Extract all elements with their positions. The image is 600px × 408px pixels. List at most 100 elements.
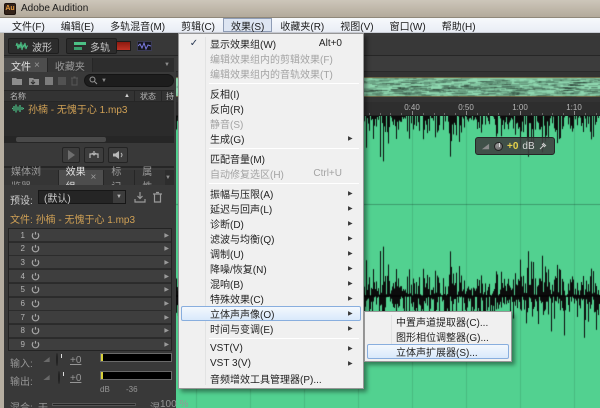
spectral-display-icon[interactable] bbox=[116, 41, 131, 51]
rack-slot-row[interactable]: 7 ▶ bbox=[9, 311, 171, 325]
import-folder-icon[interactable] bbox=[28, 76, 40, 86]
tab-properties[interactable]: 属性 bbox=[135, 167, 166, 193]
input-gain-value[interactable]: +0 bbox=[70, 355, 81, 366]
mix-slider[interactable] bbox=[52, 403, 136, 406]
tab-rack-close-icon[interactable]: × bbox=[91, 172, 97, 183]
menu-item[interactable]: 特殊效果(C) ▶ bbox=[181, 291, 361, 306]
menu-item[interactable]: 编辑效果组内的音轨效果(T) bbox=[181, 66, 361, 81]
files-hscrollbar-thumb[interactable] bbox=[16, 137, 106, 142]
menu-item[interactable]: ✓ 显示效果组(W) Alt+0 bbox=[181, 36, 361, 51]
waveform-view-button[interactable]: 波形 bbox=[8, 38, 59, 54]
tab-markers[interactable]: 标记 bbox=[104, 167, 136, 193]
column-name[interactable]: 名称 bbox=[4, 91, 26, 102]
delete-preset-icon[interactable] bbox=[152, 191, 163, 203]
rack-slot-arrow-icon[interactable]: ▶ bbox=[164, 341, 169, 348]
rack-slot-arrow-icon[interactable]: ▶ bbox=[164, 300, 169, 307]
rack-slot-arrow-icon[interactable]: ▶ bbox=[164, 232, 169, 239]
open-folder-icon[interactable] bbox=[11, 76, 23, 86]
menubar-item[interactable]: 视图(V) bbox=[332, 18, 381, 33]
volume-knob-icon[interactable] bbox=[494, 141, 503, 151]
title-bar[interactable]: Au Adobe Audition bbox=[0, 0, 600, 18]
loop-playback-button[interactable] bbox=[84, 147, 104, 163]
file-row[interactable]: 孙楠 - 无愧于心 1.mp3 bbox=[4, 101, 174, 116]
file-name[interactable]: 孙楠 - 无愧于心 1.mp3 bbox=[28, 101, 127, 116]
tab-close-icon[interactable]: × bbox=[34, 60, 40, 71]
menu-item[interactable]: 振幅与压限(A) ▶ bbox=[181, 186, 361, 201]
save-preset-icon[interactable] bbox=[134, 191, 146, 203]
menu-item[interactable]: 诊断(D) ▶ bbox=[181, 216, 361, 231]
menu-item[interactable]: 编辑效果组内的剪辑效果(F) bbox=[181, 51, 361, 66]
menu-item[interactable]: 图形相位调整器(G)... bbox=[367, 329, 509, 344]
scan-display-icon[interactable] bbox=[137, 41, 152, 51]
menubar-item[interactable]: 收藏夹(R) bbox=[272, 18, 332, 33]
input-gain-knob[interactable] bbox=[56, 353, 58, 366]
power-icon[interactable] bbox=[31, 244, 40, 253]
output-gain-value[interactable]: +0 bbox=[70, 373, 81, 384]
preset-dropdown[interactable]: (默认) ▼ bbox=[38, 190, 126, 205]
rack-slot-arrow-icon[interactable]: ▶ bbox=[164, 259, 169, 266]
play-button[interactable] bbox=[62, 147, 80, 163]
menu-item[interactable]: 立体声扩展器(S)... bbox=[367, 344, 509, 359]
menubar-item[interactable]: 编辑(E) bbox=[53, 18, 102, 33]
menu-item[interactable]: 音频增效工具管理器(P)... bbox=[181, 371, 361, 386]
menu-item[interactable]: VST 3(V) ▶ bbox=[181, 356, 361, 371]
output-gain-knob[interactable] bbox=[58, 371, 60, 384]
menu-item[interactable]: 匹配音量(M) bbox=[181, 151, 361, 166]
power-icon[interactable] bbox=[31, 313, 40, 322]
rack-slot-row[interactable]: 5 ▶ bbox=[9, 283, 171, 297]
pin-icon[interactable] bbox=[539, 142, 547, 150]
tab-files[interactable]: 文件 × bbox=[4, 58, 48, 73]
tab-effects-rack[interactable]: 效果组 × bbox=[58, 167, 105, 193]
menubar-item[interactable]: 帮助(H) bbox=[434, 18, 484, 33]
power-icon[interactable] bbox=[31, 285, 40, 294]
power-icon[interactable] bbox=[31, 299, 40, 308]
column-duration[interactable]: 持 bbox=[162, 91, 174, 102]
menu-item[interactable]: 中置声道提取器(C)... bbox=[367, 314, 509, 329]
menu-item[interactable]: 立体声声像(O) ▶ bbox=[181, 306, 361, 321]
rack-slot-arrow-icon[interactable]: ▶ bbox=[164, 327, 169, 334]
power-icon[interactable] bbox=[31, 272, 40, 281]
menu-item[interactable]: 反向(R) bbox=[181, 101, 361, 116]
rack-panel-menu-icon[interactable]: ▼ bbox=[165, 170, 174, 185]
menubar-item[interactable]: 效果(S) bbox=[223, 18, 273, 33]
rack-slot-arrow-icon[interactable]: ▶ bbox=[164, 273, 169, 280]
menu-item[interactable]: 调制(U) ▶ bbox=[181, 246, 361, 261]
rack-slot-row[interactable]: 9 ▶ bbox=[9, 338, 171, 350]
menubar-item[interactable]: 多轨混音(M) bbox=[102, 18, 173, 33]
rack-slot-arrow-icon[interactable]: ▶ bbox=[164, 245, 169, 252]
rack-slot-row[interactable]: 8 ▶ bbox=[9, 324, 171, 338]
tab-favorites[interactable]: 收藏夹 bbox=[47, 58, 93, 73]
menubar-item[interactable]: 剪辑(C) bbox=[173, 18, 223, 33]
menu-item[interactable]: 混响(B) ▶ bbox=[181, 276, 361, 291]
power-icon[interactable] bbox=[31, 340, 40, 349]
new-file-icon[interactable] bbox=[44, 76, 54, 86]
column-status[interactable]: 状态 bbox=[135, 91, 161, 102]
rack-slot-row[interactable]: 6 ▶ bbox=[9, 297, 171, 311]
search-input[interactable]: ▼ bbox=[84, 74, 174, 87]
rack-slot-row[interactable]: 4 ▶ bbox=[9, 270, 171, 284]
rack-slot-row[interactable]: 3 ▶ bbox=[9, 256, 171, 270]
power-icon[interactable] bbox=[31, 258, 40, 267]
tab-media-browser[interactable]: 媒体浏览器 bbox=[4, 167, 59, 193]
menubar-item[interactable]: 文件(F) bbox=[4, 18, 53, 33]
search-dropdown-icon[interactable]: ▼ bbox=[101, 78, 107, 84]
rack-slot-arrow-icon[interactable]: ▶ bbox=[164, 314, 169, 321]
panel-menu-icon[interactable]: ▼ bbox=[164, 58, 174, 72]
rack-slot-row[interactable]: 2 ▶ bbox=[9, 242, 171, 256]
multitrack-view-button[interactable]: 多轨 bbox=[66, 38, 117, 54]
power-icon[interactable] bbox=[31, 326, 40, 335]
preset-dropdown-icon[interactable]: ▼ bbox=[113, 191, 125, 203]
menu-item[interactable]: 静音(S) bbox=[181, 116, 361, 131]
menu-item[interactable]: 自动修复选区(H) Ctrl+U bbox=[181, 166, 361, 181]
autoplay-button[interactable] bbox=[108, 147, 128, 163]
menu-item[interactable]: 时间与变调(E) ▶ bbox=[181, 321, 361, 336]
power-icon[interactable] bbox=[31, 231, 40, 240]
menu-item[interactable]: 降噪/恢复(N) ▶ bbox=[181, 261, 361, 276]
sort-asc-icon[interactable]: ▲ bbox=[124, 93, 130, 99]
rack-slot-arrow-icon[interactable]: ▶ bbox=[164, 286, 169, 293]
menu-item[interactable]: 延迟与回声(L) ▶ bbox=[181, 201, 361, 216]
files-hscrollbar[interactable] bbox=[4, 136, 174, 143]
menu-item[interactable]: VST(V) ▶ bbox=[181, 341, 361, 356]
menu-item[interactable]: 反相(I) bbox=[181, 86, 361, 101]
hud-gain-value[interactable]: +0 bbox=[507, 141, 518, 152]
